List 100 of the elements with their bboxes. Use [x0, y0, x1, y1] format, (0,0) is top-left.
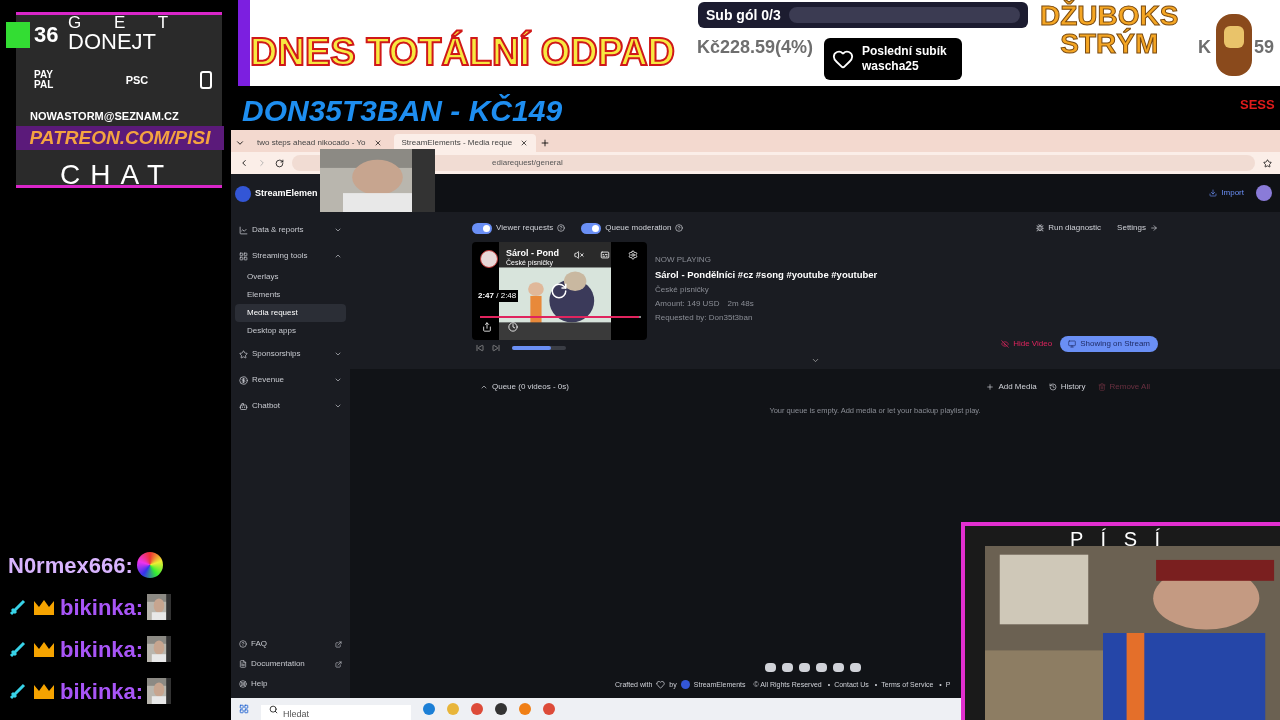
queue-toggle[interactable]: Queue (0 videos - 0s)	[480, 381, 569, 394]
taskbar-app-icon[interactable]	[495, 703, 507, 715]
sidebar-item[interactable]: Chatbot	[231, 394, 350, 418]
replay-icon[interactable]	[550, 282, 568, 300]
sword-icon	[8, 639, 28, 659]
tab-list-icon[interactable]	[235, 138, 245, 148]
taskbar-search-field[interactable]: Hledat	[261, 705, 411, 720]
chevron-up-icon	[334, 252, 342, 260]
sidebar-subitem[interactable]: Media request	[235, 304, 346, 322]
kofi-logo-icon	[6, 21, 30, 48]
sword-icon	[8, 597, 28, 617]
banner-title: DNES TOTÁLNÍ ODPAD	[250, 29, 676, 75]
help-link[interactable]: FAQ	[231, 634, 350, 654]
share-icon[interactable]	[482, 322, 492, 332]
showing-on-stream-button[interactable]: Showing on Stream	[1060, 336, 1158, 353]
start-icon[interactable]	[239, 704, 249, 714]
bug-icon	[1036, 224, 1045, 232]
sidebar-item[interactable]: Revenue	[231, 368, 350, 392]
sidebar-item[interactable]: Data & reports	[231, 218, 350, 242]
heart-icon	[656, 680, 666, 690]
phone-icon	[200, 71, 214, 89]
toggle-switch[interactable]	[581, 222, 602, 234]
avatar-icon[interactable]	[1256, 185, 1272, 201]
amount-text: Amount: 149 USD	[655, 298, 720, 311]
paypal-label: PAY PAL	[34, 70, 55, 90]
help-icon[interactable]	[557, 224, 566, 232]
sidebar-subitem[interactable]: Desktop apps	[235, 322, 346, 340]
browser-tab[interactable]: two steps ahead nikocado - Yo	[249, 134, 390, 152]
chat-username: bikinka:	[60, 677, 144, 706]
toggle-label: Viewer requests	[496, 222, 554, 234]
last-sub-name: wascha25	[862, 59, 920, 74]
video-time: 2:47 / 2:48	[476, 290, 519, 302]
lifebuoy-icon	[239, 680, 247, 688]
ticker-text: DON35T3BAN - KČ149	[242, 93, 563, 129]
brand-logo-icon	[235, 186, 251, 202]
chat-username: bikinka:	[60, 593, 144, 622]
history-button[interactable]: History	[1048, 381, 1086, 394]
chevron-down-icon	[334, 376, 342, 384]
sidebar-subitem[interactable]: Overlays	[235, 268, 346, 286]
close-icon[interactable]	[373, 139, 382, 147]
length-text: 2m 48s	[727, 298, 754, 311]
toggle-label: Queue moderation	[605, 222, 672, 234]
donate-label: DONEJT	[68, 31, 157, 53]
social-icon[interactable]	[782, 662, 793, 672]
close-icon[interactable]	[520, 139, 529, 147]
patreon-text: PATREON.COM/PISI	[16, 126, 224, 150]
brand-name: StreamElemen	[255, 187, 318, 201]
webcam-label: P Í S Í	[1070, 527, 1167, 552]
help-icon	[239, 640, 247, 648]
social-icon[interactable]	[816, 662, 827, 672]
clock-icon[interactable]	[508, 322, 518, 332]
psc-label: PSC	[125, 72, 149, 88]
download-icon	[1209, 189, 1218, 197]
get-label: G E T	[68, 14, 183, 31]
back-icon[interactable]	[239, 158, 249, 168]
social-icon[interactable]	[833, 662, 844, 672]
kofi-count: 36	[34, 21, 59, 49]
now-playing-label: NOW PLAYING	[655, 254, 712, 266]
captions-icon[interactable]	[600, 250, 610, 260]
settings-icon[interactable]	[628, 250, 638, 260]
social-icon[interactable]	[850, 662, 861, 672]
ticker-right-text: SESS	[1240, 96, 1275, 114]
help-link[interactable]: Documentation	[231, 654, 350, 674]
add-media-button[interactable]: Add Media	[986, 381, 1037, 394]
sidebar-item[interactable]: Sponsorships	[231, 342, 350, 366]
social-icon[interactable]	[765, 662, 776, 672]
settings-link[interactable]: Settings	[1117, 222, 1158, 234]
email-text: NOWASTORM@SEZNAM.CZ	[30, 109, 179, 124]
sidebar-subitem[interactable]: Elements	[235, 286, 346, 304]
now-playing-channel: České písničky	[655, 284, 710, 297]
amount-start-text: K	[1198, 36, 1211, 59]
import-link[interactable]: Import	[1209, 187, 1244, 199]
channel-avatar-icon	[480, 250, 498, 268]
browser-tab[interactable]: StreamElements - Media reque	[393, 134, 537, 152]
star-icon	[239, 349, 248, 359]
search-icon	[269, 705, 278, 714]
previous-icon[interactable]	[476, 344, 484, 352]
bookmark-icon[interactable]	[1263, 158, 1272, 168]
external-link-icon	[335, 660, 342, 668]
sidebar-item[interactable]: Streaming tools	[231, 244, 350, 268]
reload-icon[interactable]	[275, 158, 284, 168]
help-link[interactable]: Help	[231, 674, 350, 694]
help-icon[interactable]	[675, 224, 684, 232]
sub-goal-label: Sub gól 0/3	[706, 5, 781, 25]
amount-end-text: 59	[1254, 36, 1275, 59]
dollar-icon	[239, 375, 248, 385]
social-icon[interactable]	[799, 662, 810, 672]
next-icon[interactable]	[492, 344, 500, 352]
toggle-switch[interactable]	[472, 222, 492, 234]
last-sub-label: Poslední subík	[862, 44, 947, 59]
run-diagnostic-button[interactable]: Run diagnostic	[1036, 222, 1102, 234]
emote-icon	[136, 552, 163, 578]
video-title: Sárol - Pond	[506, 247, 559, 258]
mute-icon[interactable]	[574, 250, 584, 260]
hide-video-button[interactable]: Hide Video	[1001, 338, 1053, 351]
plus-icon	[986, 383, 995, 392]
new-tab-icon[interactable]	[540, 138, 551, 148]
chevron-down-icon	[334, 226, 342, 234]
chart-icon	[239, 225, 248, 235]
jukebox-icon	[1214, 12, 1254, 78]
